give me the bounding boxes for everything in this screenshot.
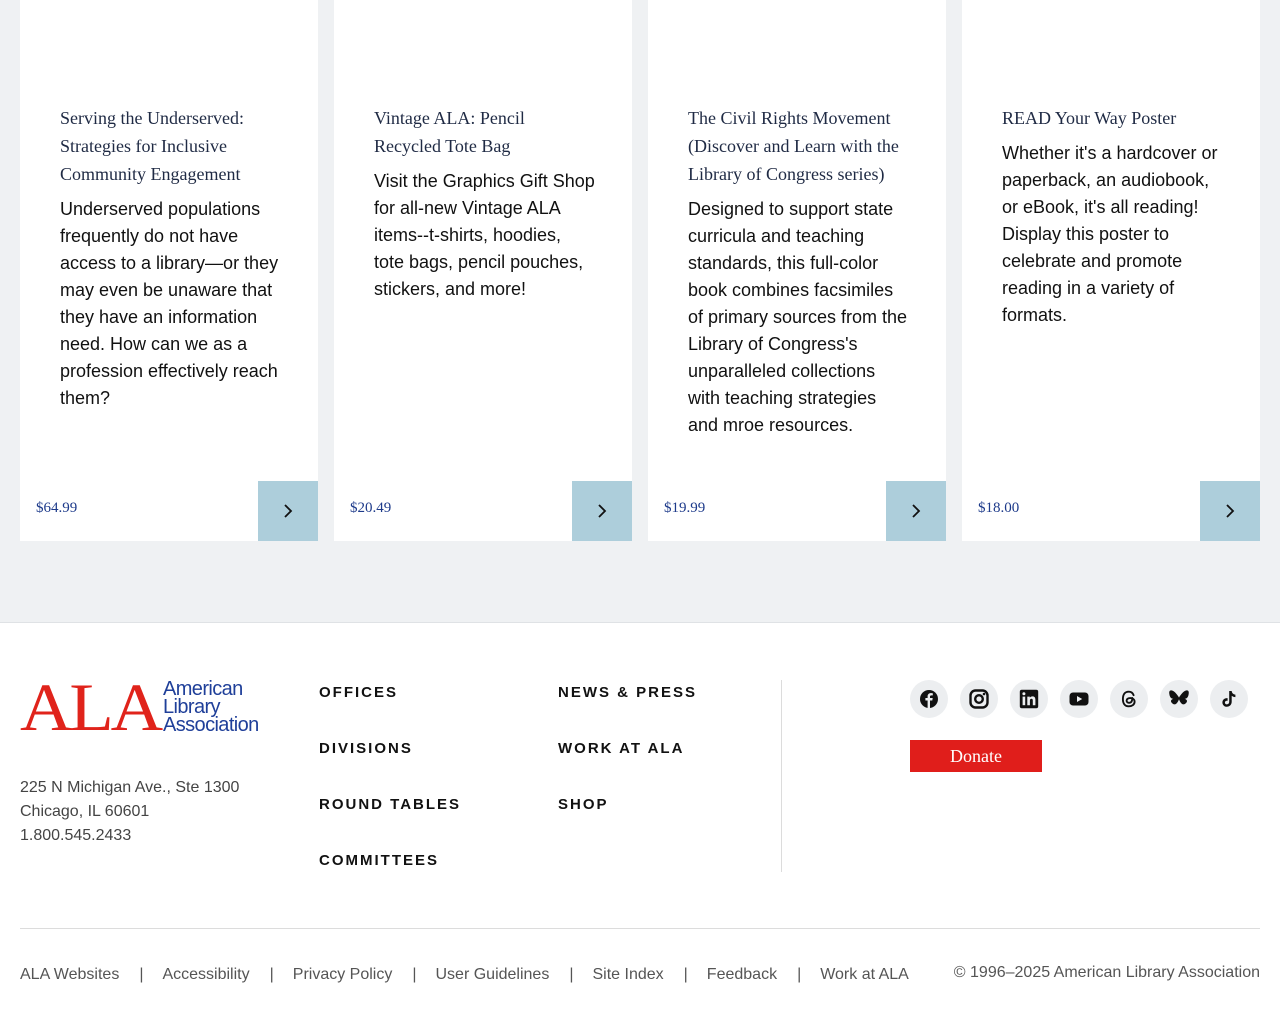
link-separator: | bbox=[139, 966, 144, 983]
bluesky-icon bbox=[1169, 690, 1189, 705]
youtube-link[interactable] bbox=[1060, 680, 1098, 718]
link-separator: | bbox=[269, 966, 274, 983]
footer-link-work-at-ala[interactable]: WORK AT ALA bbox=[558, 740, 697, 796]
social-links bbox=[910, 680, 1248, 718]
view-product-button[interactable] bbox=[258, 481, 318, 541]
product-price: $20.49 bbox=[350, 500, 392, 516]
logo-mark: ALA bbox=[20, 669, 163, 745]
footer-nav-secondary: NEWS & PRESS WORK AT ALA SHOP bbox=[558, 684, 697, 852]
tiktok-link[interactable] bbox=[1210, 680, 1248, 718]
product-card[interactable]: The Civil Rights Movement (Discover and … bbox=[648, 0, 946, 541]
footer-link-round-tables[interactable]: ROUND TABLES bbox=[319, 796, 461, 852]
chevron-right-icon bbox=[1226, 504, 1235, 518]
ala-logo[interactable]: ALA American Library Association bbox=[20, 669, 265, 745]
link-site-index[interactable]: Site Index bbox=[592, 966, 663, 984]
product-description: Visit the Graphics Gift Shop for all-new… bbox=[374, 171, 595, 299]
featured-products-section: Serving the Underserved: Strategies for … bbox=[0, 0, 1280, 623]
link-work-at-ala[interactable]: Work at ALA bbox=[820, 966, 909, 984]
logo-wordmark: American Library Association bbox=[163, 678, 259, 736]
product-title[interactable]: READ Your Way Poster bbox=[1002, 108, 1176, 128]
contact-address: 225 N Michigan Ave., Ste 1300 Chicago, I… bbox=[20, 776, 239, 848]
facebook-link[interactable] bbox=[910, 680, 948, 718]
link-separator: | bbox=[412, 966, 417, 983]
product-description: Designed to support state curricula and … bbox=[688, 199, 908, 435]
youtube-icon bbox=[1069, 692, 1089, 706]
product-price: $64.99 bbox=[36, 500, 78, 516]
street-address: 225 N Michigan Ave., Ste 1300 bbox=[20, 779, 240, 796]
threads-link[interactable] bbox=[1110, 680, 1148, 718]
product-title[interactable]: Serving the Underserved: Strategies for … bbox=[60, 108, 244, 184]
footer-link-divisions[interactable]: DIVISIONS bbox=[319, 740, 461, 796]
product-title[interactable]: Vintage ALA: Pencil Recycled Tote Bag bbox=[374, 108, 525, 156]
copyright-notice: © 1996–2025 American Library Association bbox=[953, 964, 1260, 981]
link-feedback[interactable]: Feedback bbox=[707, 966, 777, 984]
product-card[interactable]: READ Your Way Poster Whether it's a hard… bbox=[962, 0, 1260, 541]
product-price: $18.00 bbox=[978, 500, 1020, 516]
linkedin-icon bbox=[1019, 689, 1039, 709]
product-description: Underserved populations frequently do no… bbox=[60, 199, 279, 408]
link-user-guidelines[interactable]: User Guidelines bbox=[436, 966, 550, 984]
facebook-icon bbox=[920, 690, 938, 708]
product-card[interactable]: Vintage ALA: Pencil Recycled Tote Bag Vi… bbox=[334, 0, 632, 541]
instagram-icon bbox=[969, 689, 989, 709]
link-separator: | bbox=[569, 966, 574, 983]
footer-link-offices[interactable]: OFFICES bbox=[319, 684, 461, 740]
footer-link-committees[interactable]: COMMITTEES bbox=[319, 852, 461, 908]
footer-link-news-press[interactable]: NEWS & PRESS bbox=[558, 684, 697, 740]
city-state-zip: Chicago, IL 60601 bbox=[20, 803, 150, 820]
view-product-button[interactable] bbox=[572, 481, 632, 541]
linkedin-link[interactable] bbox=[1010, 680, 1048, 718]
product-title[interactable]: The Civil Rights Movement (Discover and … bbox=[688, 108, 899, 184]
legal-links: ALA Websites | Accessibility | Privacy P… bbox=[20, 966, 909, 984]
bluesky-link[interactable] bbox=[1160, 680, 1198, 718]
product-description: Whether it's a hardcover or paperback, a… bbox=[1002, 143, 1218, 325]
threads-icon bbox=[1121, 690, 1136, 708]
product-price: $19.99 bbox=[664, 500, 706, 516]
footer-nav-primary: OFFICES DIVISIONS ROUND TABLES COMMITTEE… bbox=[319, 684, 461, 908]
footer-bottom-divider bbox=[20, 928, 1260, 929]
phone-number: 1.800.545.2433 bbox=[20, 827, 132, 844]
link-privacy-policy[interactable]: Privacy Policy bbox=[293, 966, 393, 984]
view-product-button[interactable] bbox=[886, 481, 946, 541]
chevron-right-icon bbox=[284, 504, 293, 518]
footer-link-shop[interactable]: SHOP bbox=[558, 796, 697, 852]
donate-button[interactable]: Donate bbox=[910, 740, 1042, 772]
product-card[interactable]: Serving the Underserved: Strategies for … bbox=[20, 0, 318, 541]
link-ala-websites[interactable]: ALA Websites bbox=[20, 966, 119, 984]
tiktok-icon bbox=[1222, 691, 1236, 707]
chevron-right-icon bbox=[912, 504, 921, 518]
chevron-right-icon bbox=[598, 504, 607, 518]
instagram-link[interactable] bbox=[960, 680, 998, 718]
view-product-button[interactable] bbox=[1200, 481, 1260, 541]
link-separator: | bbox=[683, 966, 688, 983]
link-separator: | bbox=[797, 966, 802, 983]
link-accessibility[interactable]: Accessibility bbox=[162, 966, 249, 984]
footer-divider bbox=[781, 680, 782, 872]
